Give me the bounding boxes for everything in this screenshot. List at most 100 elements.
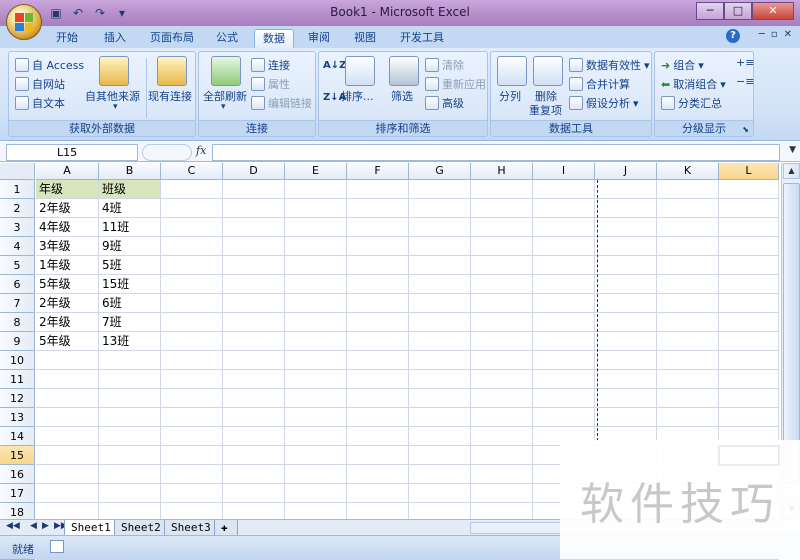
cell-e2[interactable]	[285, 199, 347, 218]
cell-l13[interactable]	[719, 408, 779, 427]
cell-a1[interactable]: 年级	[36, 180, 99, 199]
column-header-f[interactable]: F	[347, 163, 409, 180]
from-web-button[interactable]: 自网站	[15, 76, 65, 92]
cell-h16[interactable]	[471, 465, 533, 484]
cell-b8[interactable]: 7班	[99, 313, 161, 332]
cell-e4[interactable]	[285, 237, 347, 256]
cell-c12[interactable]	[161, 389, 223, 408]
cell-d11[interactable]	[223, 370, 285, 389]
cell-d15[interactable]	[223, 446, 285, 465]
cell-c3[interactable]	[161, 218, 223, 237]
name-box[interactable]: L15	[6, 144, 138, 161]
cell-c9[interactable]	[161, 332, 223, 351]
cell-b2[interactable]: 4班	[99, 199, 161, 218]
cell-f10[interactable]	[347, 351, 409, 370]
cell-h11[interactable]	[471, 370, 533, 389]
cell-f16[interactable]	[347, 465, 409, 484]
cell-d8[interactable]	[223, 313, 285, 332]
cell-l10[interactable]	[719, 351, 779, 370]
cell-c8[interactable]	[161, 313, 223, 332]
cell-a4[interactable]: 3年级	[36, 237, 99, 256]
row-header-17[interactable]: 17	[0, 484, 35, 503]
cell-a16[interactable]	[36, 465, 99, 484]
cell-k12[interactable]	[657, 389, 719, 408]
cell-d5[interactable]	[223, 256, 285, 275]
cell-f13[interactable]	[347, 408, 409, 427]
close-button[interactable]: ✕	[752, 2, 794, 20]
cell-g1[interactable]	[409, 180, 471, 199]
cell-d9[interactable]	[223, 332, 285, 351]
cell-h17[interactable]	[471, 484, 533, 503]
cell-h3[interactable]	[471, 218, 533, 237]
cell-e11[interactable]	[285, 370, 347, 389]
cell-i8[interactable]	[533, 313, 595, 332]
formula-input[interactable]	[212, 144, 780, 161]
cell-d13[interactable]	[223, 408, 285, 427]
cell-e17[interactable]	[285, 484, 347, 503]
column-header-i[interactable]: I	[533, 163, 595, 180]
sort-ascending-button[interactable]: A↓Z	[323, 60, 346, 71]
subtotal-button[interactable]: 分类汇总	[661, 95, 722, 111]
cell-k3[interactable]	[657, 218, 719, 237]
from-text-button[interactable]: 自文本	[15, 95, 65, 111]
cell-b17[interactable]	[99, 484, 161, 503]
cell-h10[interactable]	[471, 351, 533, 370]
row-header-12[interactable]: 12	[0, 389, 35, 408]
cell-j8[interactable]	[595, 313, 657, 332]
connections-button[interactable]: 连接	[251, 57, 290, 73]
cell-f5[interactable]	[347, 256, 409, 275]
tab-developer[interactable]: 开发工具	[392, 29, 452, 48]
cell-j2[interactable]	[595, 199, 657, 218]
cell-h9[interactable]	[471, 332, 533, 351]
row-header-8[interactable]: 8	[0, 313, 35, 332]
prev-sheet-icon[interactable]: ◀	[30, 521, 37, 531]
cell-e9[interactable]	[285, 332, 347, 351]
cell-g10[interactable]	[409, 351, 471, 370]
row-header-16[interactable]: 16	[0, 465, 35, 484]
cell-d12[interactable]	[223, 389, 285, 408]
sheet-tab-2[interactable]: Sheet2	[114, 520, 168, 536]
cell-l11[interactable]	[719, 370, 779, 389]
cell-j6[interactable]	[595, 275, 657, 294]
other-sources-dropdown-icon[interactable]: ▾	[113, 102, 118, 112]
cell-a8[interactable]: 2年级	[36, 313, 99, 332]
cell-k7[interactable]	[657, 294, 719, 313]
cell-i10[interactable]	[533, 351, 595, 370]
wb-restore-icon[interactable]: ▫	[771, 29, 778, 40]
cell-j13[interactable]	[595, 408, 657, 427]
minimize-button[interactable]: ─	[696, 2, 724, 20]
cell-h1[interactable]	[471, 180, 533, 199]
tab-formulas[interactable]: 公式	[208, 29, 246, 48]
cell-f9[interactable]	[347, 332, 409, 351]
row-header-6[interactable]: 6	[0, 275, 35, 294]
sheet-tab-3[interactable]: Sheet3	[164, 520, 218, 536]
cell-j9[interactable]	[595, 332, 657, 351]
row-header-13[interactable]: 13	[0, 408, 35, 427]
reapply-button[interactable]: 重新应用	[425, 76, 486, 92]
column-header-c[interactable]: C	[161, 163, 223, 180]
cell-f2[interactable]	[347, 199, 409, 218]
cell-k6[interactable]	[657, 275, 719, 294]
cell-d6[interactable]	[223, 275, 285, 294]
cell-i7[interactable]	[533, 294, 595, 313]
cell-g4[interactable]	[409, 237, 471, 256]
text-to-columns-button[interactable]: 分列	[499, 88, 521, 104]
cell-b10[interactable]	[99, 351, 161, 370]
help-icon[interactable]: ?	[726, 29, 740, 43]
wb-close-icon[interactable]: ✕	[784, 29, 792, 40]
cell-b16[interactable]	[99, 465, 161, 484]
column-header-h[interactable]: H	[471, 163, 533, 180]
cell-g17[interactable]	[409, 484, 471, 503]
cell-b5[interactable]: 5班	[99, 256, 161, 275]
column-header-j[interactable]: J	[595, 163, 657, 180]
cell-c1[interactable]	[161, 180, 223, 199]
cell-g15[interactable]	[409, 446, 471, 465]
cell-g2[interactable]	[409, 199, 471, 218]
cell-l2[interactable]	[719, 199, 779, 218]
cell-d17[interactable]	[223, 484, 285, 503]
cell-b14[interactable]	[99, 427, 161, 446]
consolidate-button[interactable]: 合并计算	[569, 76, 630, 92]
cell-c14[interactable]	[161, 427, 223, 446]
cell-j3[interactable]	[595, 218, 657, 237]
cell-j11[interactable]	[595, 370, 657, 389]
